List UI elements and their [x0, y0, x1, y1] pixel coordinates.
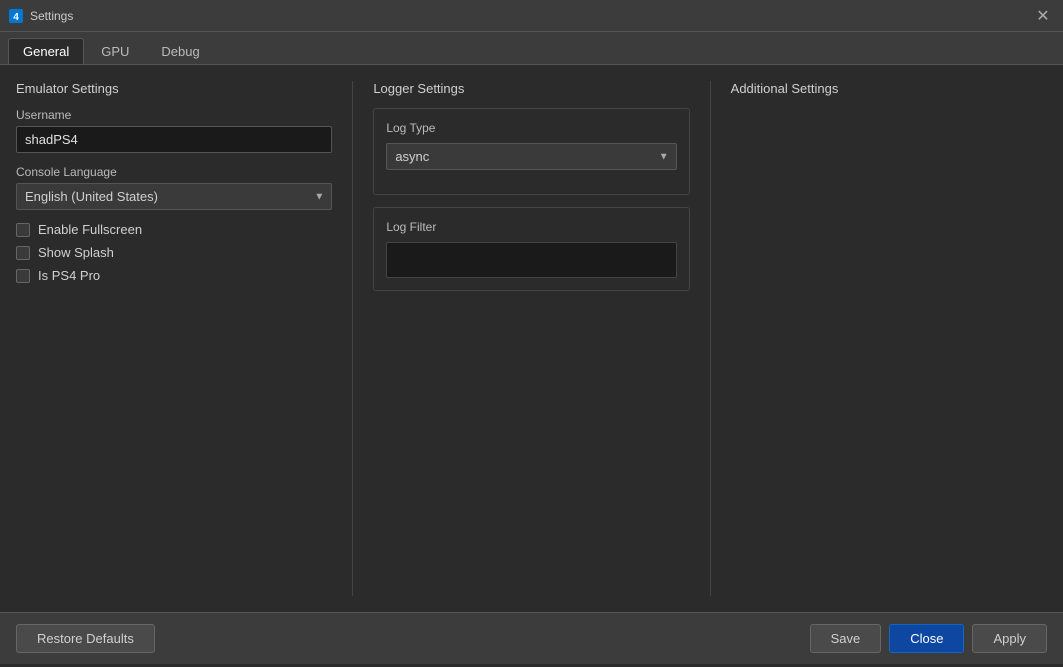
- log-filter-box: Log Filter: [373, 207, 689, 291]
- console-language-select[interactable]: English (United States) French (France) …: [16, 183, 332, 210]
- username-input[interactable]: [16, 126, 332, 153]
- is-ps4-pro-row[interactable]: Is PS4 Pro: [16, 268, 332, 283]
- log-filter-input[interactable]: [386, 242, 676, 278]
- restore-defaults-button[interactable]: Restore Defaults: [16, 624, 155, 653]
- is-ps4-pro-checkbox[interactable]: [16, 269, 30, 283]
- apply-button[interactable]: Apply: [972, 624, 1047, 653]
- footer-left: Restore Defaults: [16, 624, 810, 653]
- save-button[interactable]: Save: [810, 624, 882, 653]
- divider-2: [710, 81, 711, 596]
- additional-settings-title: Additional Settings: [731, 81, 1047, 96]
- additional-settings-panel: Additional Settings: [731, 81, 1047, 596]
- divider-1: [352, 81, 353, 596]
- log-type-label: Log Type: [386, 121, 676, 135]
- log-type-wrapper: async sync ▼: [386, 143, 676, 170]
- logger-settings-title: Logger Settings: [373, 81, 689, 96]
- log-filter-label: Log Filter: [386, 220, 676, 234]
- tab-gpu[interactable]: GPU: [86, 38, 144, 64]
- emulator-settings-panel: Emulator Settings Username Console Langu…: [16, 81, 332, 596]
- show-splash-checkbox[interactable]: [16, 246, 30, 260]
- logger-settings-panel: Logger Settings Log Type async sync ▼ Lo…: [373, 81, 689, 596]
- console-language-label: Console Language: [16, 165, 332, 179]
- show-splash-label: Show Splash: [38, 245, 114, 260]
- enable-fullscreen-label: Enable Fullscreen: [38, 222, 142, 237]
- console-language-wrapper: English (United States) French (France) …: [16, 183, 332, 210]
- footer: Restore Defaults Save Close Apply: [0, 612, 1063, 664]
- window-title: Settings: [30, 9, 1031, 23]
- tab-bar: General GPU Debug: [0, 32, 1063, 65]
- enable-fullscreen-checkbox[interactable]: [16, 223, 30, 237]
- log-type-select[interactable]: async sync: [386, 143, 676, 170]
- titlebar: 4 Settings ✕: [0, 0, 1063, 32]
- is-ps4-pro-label: Is PS4 Pro: [38, 268, 100, 283]
- titlebar-icon: 4: [8, 8, 24, 24]
- log-type-box: Log Type async sync ▼: [373, 108, 689, 195]
- tab-general[interactable]: General: [8, 38, 84, 64]
- enable-fullscreen-row[interactable]: Enable Fullscreen: [16, 222, 332, 237]
- footer-buttons: Save Close Apply: [810, 624, 1047, 653]
- svg-text:4: 4: [13, 12, 19, 23]
- close-button[interactable]: ✕: [1031, 4, 1055, 28]
- show-splash-row[interactable]: Show Splash: [16, 245, 332, 260]
- tab-debug[interactable]: Debug: [146, 38, 214, 64]
- emulator-settings-title: Emulator Settings: [16, 81, 332, 96]
- close-dialog-button[interactable]: Close: [889, 624, 964, 653]
- main-content: Emulator Settings Username Console Langu…: [0, 65, 1063, 612]
- username-label: Username: [16, 108, 332, 122]
